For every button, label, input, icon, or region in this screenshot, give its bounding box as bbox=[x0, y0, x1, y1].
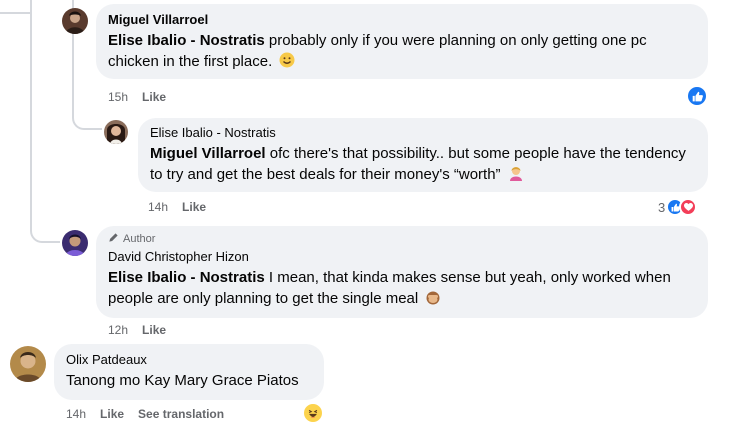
comment-bubble: Miguel Villarroel Elise Ibalio - Nostrat… bbox=[96, 4, 708, 79]
comment-time[interactable]: 14h bbox=[148, 200, 168, 214]
comment-text: Elise Ibalio - Nostratis probably only i… bbox=[108, 30, 696, 72]
comment-actions: 12h Like bbox=[108, 323, 166, 337]
comment-author[interactable]: David Christopher Hizon bbox=[108, 249, 696, 265]
comment-author[interactable]: Miguel Villarroel bbox=[108, 12, 696, 28]
reaction-summary[interactable]: 3 bbox=[658, 198, 698, 216]
comment-bubble: Olix Patdeaux Tanong mo Kay Mary Grace P… bbox=[54, 344, 324, 400]
mention-link[interactable]: Elise Ibalio - Nostratis bbox=[108, 269, 265, 286]
avatar[interactable] bbox=[104, 120, 128, 144]
see-translation-link[interactable]: See translation bbox=[138, 407, 224, 421]
comment-actions: 14h Like bbox=[148, 200, 206, 214]
like-button[interactable]: Like bbox=[142, 90, 166, 104]
comment-text: Elise Ibalio - Nostratis I mean, that ki… bbox=[108, 267, 696, 309]
thread-curve-nested-reply bbox=[72, 100, 102, 130]
like-button[interactable]: Like bbox=[100, 407, 124, 421]
author-badge-label: Author bbox=[123, 233, 156, 245]
comment-bubble: Elise Ibalio - Nostratis Miguel Villarro… bbox=[138, 118, 708, 192]
smile-emoji-icon bbox=[279, 52, 295, 68]
reaction-summary[interactable] bbox=[302, 402, 324, 424]
like-button[interactable]: Like bbox=[142, 323, 166, 337]
thread-curve-author-reply bbox=[30, 214, 60, 243]
like-button[interactable]: Like bbox=[182, 200, 206, 214]
comment-actions: 15h Like bbox=[108, 90, 166, 104]
comment-body: Tanong mo Kay Mary Grace Piatos bbox=[66, 372, 299, 389]
see-no-evil-monkey-emoji-icon bbox=[425, 289, 441, 305]
reaction-count: 3 bbox=[658, 199, 666, 215]
comment-time[interactable]: 15h bbox=[108, 90, 128, 104]
avatar[interactable] bbox=[10, 346, 46, 382]
mention-link[interactable]: Miguel Villarroel bbox=[150, 145, 266, 162]
thread-line-outer bbox=[30, 0, 32, 228]
haha-reaction-icon bbox=[302, 402, 324, 424]
like-reaction-icon bbox=[686, 85, 708, 107]
comment-time[interactable]: 14h bbox=[66, 407, 86, 421]
love-reaction-icon bbox=[679, 198, 698, 216]
woman-gesturing-emoji-icon bbox=[508, 165, 524, 181]
comment-thread: Miguel Villarroel Elise Ibalio - Nostrat… bbox=[0, 0, 750, 443]
comment-author[interactable]: Elise Ibalio - Nostratis bbox=[150, 125, 696, 141]
comment-author[interactable]: Olix Patdeaux bbox=[66, 352, 312, 368]
comment-actions: 14h Like See translation bbox=[66, 407, 224, 421]
avatar[interactable] bbox=[62, 8, 88, 34]
comment-bubble: Author David Christopher Hizon Elise Iba… bbox=[96, 226, 708, 318]
comment-time[interactable]: 12h bbox=[108, 323, 128, 337]
pencil-icon bbox=[108, 232, 119, 247]
mention-link[interactable]: Elise Ibalio - Nostratis bbox=[108, 32, 265, 49]
comment-text: Tanong mo Kay Mary Grace Piatos bbox=[66, 370, 312, 391]
reaction-summary[interactable] bbox=[686, 85, 708, 107]
author-badge: Author bbox=[108, 232, 696, 247]
avatar[interactable] bbox=[62, 230, 88, 256]
comment-text: Miguel Villarroel ofc there's that possi… bbox=[150, 143, 696, 185]
thread-line-top-left bbox=[0, 12, 30, 14]
